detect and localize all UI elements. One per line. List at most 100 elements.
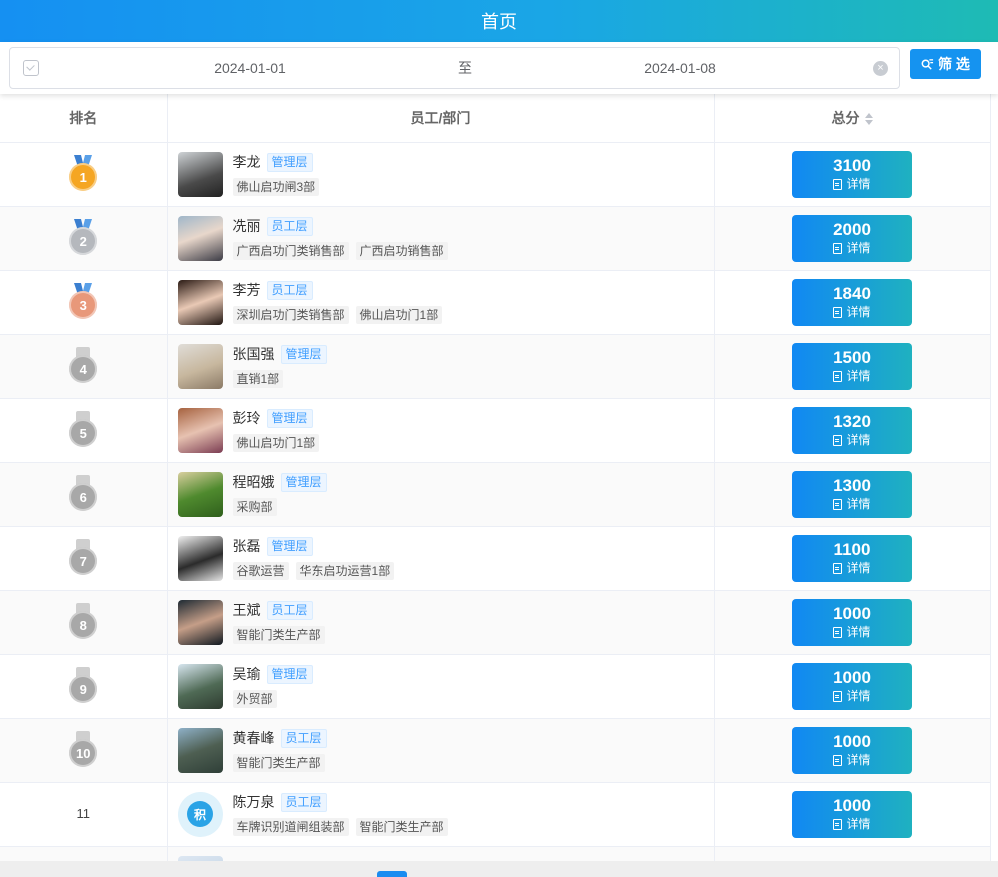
role-tag: 员工层 [266,600,313,620]
employee-info[interactable]: 程昭娥 管理层 采购部 [168,471,714,517]
score-detail-button[interactable]: 2000 详情 [792,214,912,262]
avatar [177,151,223,197]
department-list: 智能门类生产部 [232,626,325,644]
score-detail-button[interactable]: 1000 详情 [792,790,912,838]
document-icon [833,626,843,638]
rank-cell: 9 [0,654,168,719]
employee-info[interactable]: 张磊 管理层 谷歌运营 华东启功运营1部 [168,535,714,581]
detail-label: 详情 [846,817,871,831]
rank-number: 2 [69,227,98,255]
document-icon [833,242,843,254]
detail-link: 详情 [833,432,871,448]
ranking-table: 排名 员工/部门 总分 1 李龙 管理层 佛山启功闸3部 3100 详情 2 冼丽 员工层 广西启… [0,94,991,877]
medal-icon: 9 [68,667,98,705]
detail-link: 详情 [833,368,871,384]
rank-cell: 4 [0,334,168,399]
employee-info[interactable]: 冼丽 员工层 广西启功门类销售部 广西启功销售部 [168,215,714,261]
avatar [177,215,223,261]
score-detail-button[interactable]: 1300 详情 [792,470,912,518]
employee-info[interactable]: 积 陈万泉 员工层 车牌识别道闸组装部 智能门类生产部 [168,791,714,837]
score-detail-button[interactable]: 1000 详情 [792,598,912,646]
total-score: 1300 [833,476,871,495]
score-detail-button[interactable]: 1500 详情 [792,342,912,390]
detail-label: 详情 [846,625,871,639]
start-date-input[interactable]: 2024-01-01 [10,60,490,76]
employee-name: 吴瑜 [232,666,261,682]
rank-cell: 2 [0,206,168,271]
score-detail-button[interactable]: 1840 详情 [792,278,912,326]
date-range-picker[interactable]: 2024-01-01 至 2024-01-08 × [9,47,900,89]
employee-info[interactable]: 吴瑜 管理层 外贸部 [168,663,714,709]
employee-info[interactable]: 李芳 员工层 深圳启功门类销售部 佛山启功门1部 [168,279,714,325]
department-tag: 直销1部 [232,370,284,388]
employee-cell: 积 陈万泉 员工层 车牌识别道闸组装部 智能门类生产部 [167,782,715,847]
department-tag: 深圳启功门类销售部 [232,306,349,324]
employee-cell: 李龙 管理层 佛山启功闸3部 [167,142,715,207]
employee-info[interactable]: 黄春峰 员工层 智能门类生产部 [168,727,714,773]
table-header-row: 排名 员工/部门 总分 [0,94,991,143]
role-tag: 管理层 [266,408,313,428]
total-score: 1000 [833,668,871,687]
employee-name: 陈万泉 [232,794,275,810]
department-tag: 车牌识别道闸组装部 [232,818,349,836]
medal-icon: 7 [68,539,98,577]
filter-button[interactable]: 筛 选 [910,49,981,79]
role-tag: 员工层 [266,280,313,300]
score-cell: 1000 详情 [714,590,991,655]
rank-number: 3 [69,291,98,319]
score-detail-button[interactable]: 1320 详情 [792,406,912,454]
department-list: 佛山启功门1部 [232,434,320,452]
score-detail-button[interactable]: 1000 详情 [792,662,912,710]
medal-icon: 3 [68,283,98,321]
column-header-score[interactable]: 总分 [714,94,991,143]
score-detail-button[interactable]: 1100 详情 [792,534,912,582]
detail-link: 详情 [833,816,871,832]
app-header: 首页 [0,0,998,42]
table-row: 3 李芳 员工层 深圳启功门类销售部 佛山启功门1部 1840 详情 [0,270,991,335]
clear-icon[interactable]: × [873,61,888,76]
total-score: 1320 [833,412,871,431]
rank-number: 10 [69,739,98,767]
medal-icon: 6 [68,475,98,513]
role-tag: 管理层 [280,472,327,492]
employee-info[interactable]: 王斌 员工层 智能门类生产部 [168,599,714,645]
department-tag: 佛山启功闸3部 [232,178,320,196]
department-tag: 华东启功运营1部 [295,562,395,580]
detail-label: 详情 [846,177,871,191]
employee-info[interactable]: 李龙 管理层 佛山启功闸3部 [168,151,714,197]
rank-cell: 1 [0,142,168,207]
table-row: 2 冼丽 员工层 广西启功门类销售部 广西启功销售部 2000 详情 [0,206,991,271]
sort-icon[interactable] [864,113,873,126]
filter-bar: 2024-01-01 至 2024-01-08 × 筛 选 [0,42,998,94]
score-cell: 1840 详情 [714,270,991,335]
score-cell: 3100 详情 [714,142,991,207]
page-title: 首页 [481,12,517,32]
detail-link: 详情 [833,240,871,256]
employee-info[interactable]: 张国强 管理层 直销1部 [168,343,714,389]
rank-number: 11 [76,806,91,821]
avatar [177,471,223,517]
detail-label: 详情 [846,753,871,767]
avatar [177,279,223,325]
bottom-indicator[interactable] [377,871,407,877]
employee-info[interactable]: 彭玲 管理层 佛山启功门1部 [168,407,714,453]
end-date-input[interactable]: 2024-01-08 [480,60,880,76]
role-tag: 员工层 [280,792,327,812]
employee-name: 黄春峰 [232,730,275,746]
avatar [177,535,223,581]
rank-number: 6 [69,483,98,511]
score-cell: 1300 详情 [714,462,991,527]
rank-number: 9 [69,675,98,703]
detail-label: 详情 [846,689,871,703]
rank-number: 1 [69,163,98,191]
department-tag: 谷歌运营 [232,562,289,580]
rank-cell: 5 [0,398,168,463]
total-score: 1840 [833,284,871,303]
rank-number: 7 [69,547,98,575]
score-detail-button[interactable]: 1000 详情 [792,726,912,774]
role-tag: 管理层 [266,664,313,684]
filter-button-label: 筛 选 [938,56,970,72]
score-detail-button[interactable]: 3100 详情 [792,150,912,198]
rank-cell: 10 [0,718,168,783]
table-row: 4 张国强 管理层 直销1部 1500 详情 [0,334,991,399]
